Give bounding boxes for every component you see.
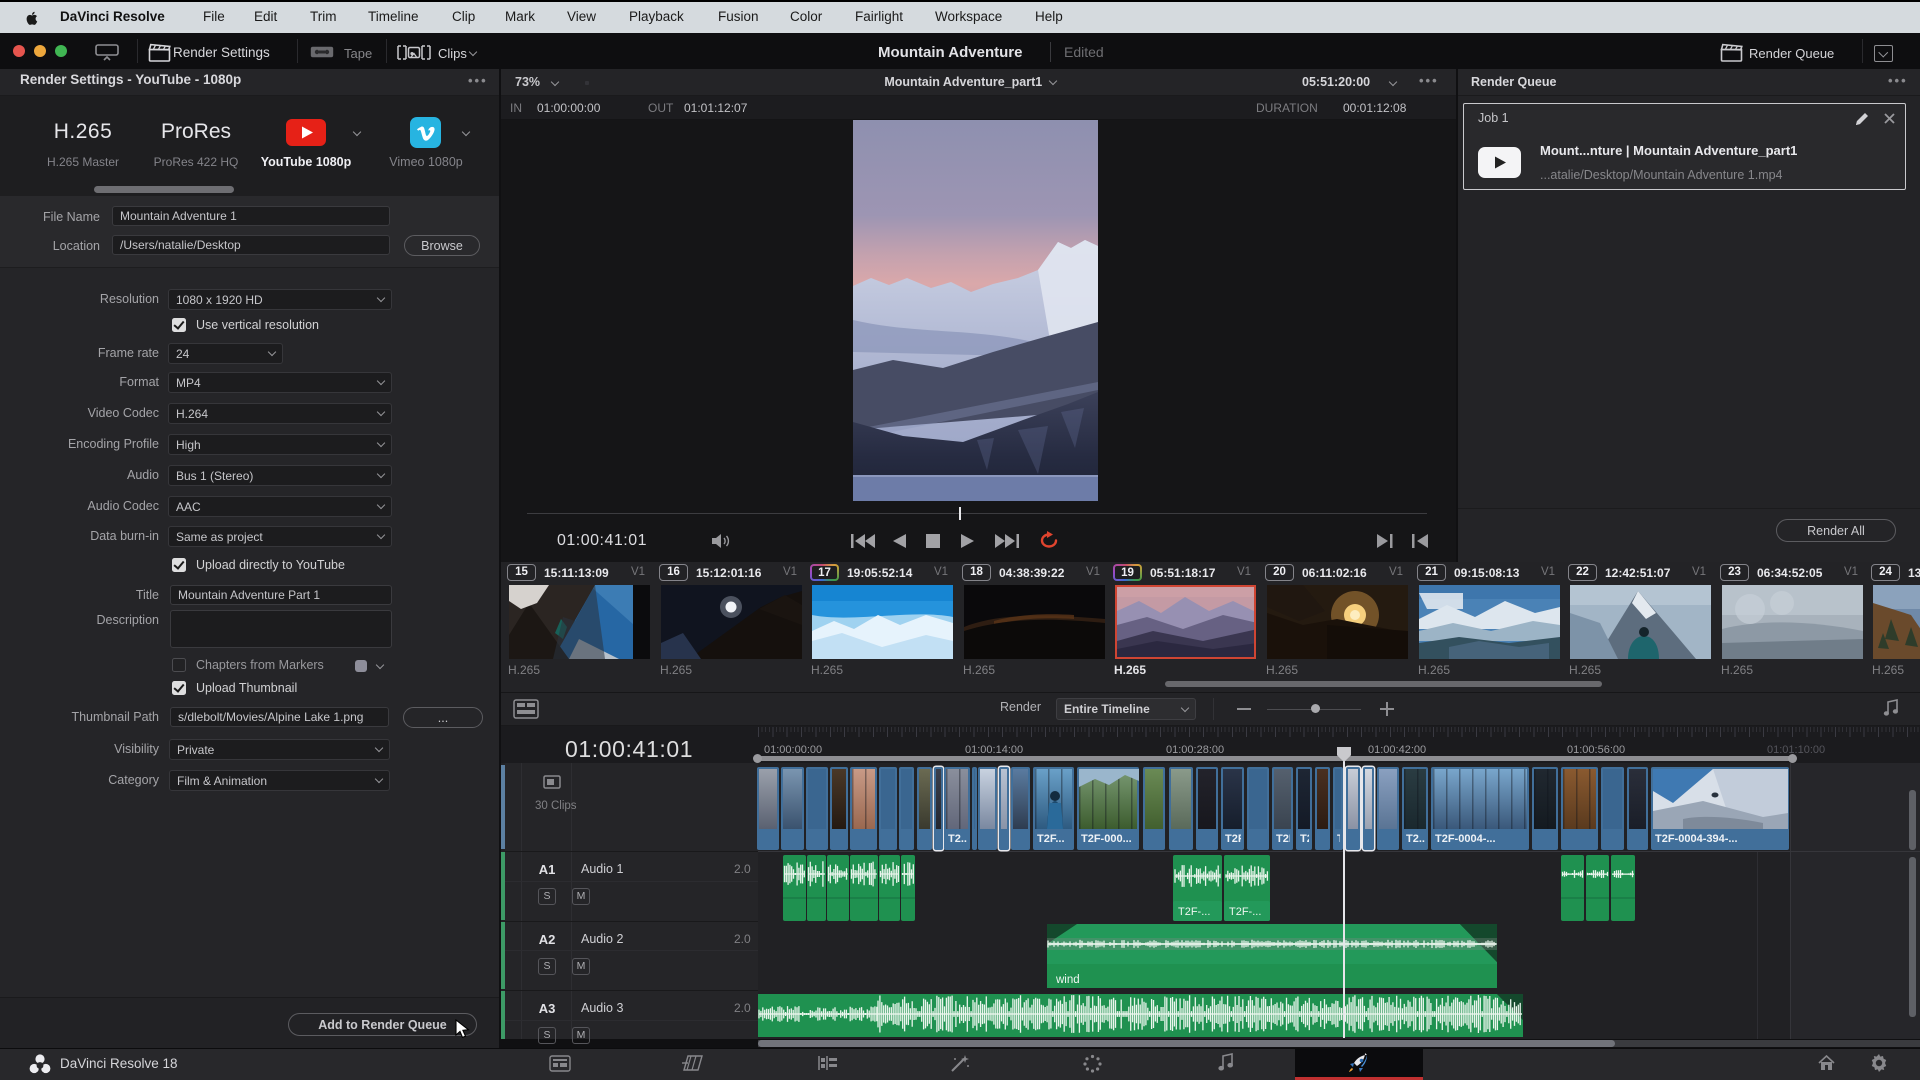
- svg-text:wind: wind: [1055, 974, 1080, 986]
- svg-text:T2F-...: T2F-...: [1178, 906, 1210, 918]
- svg-text:T2F-...: T2F-...: [1229, 906, 1261, 918]
